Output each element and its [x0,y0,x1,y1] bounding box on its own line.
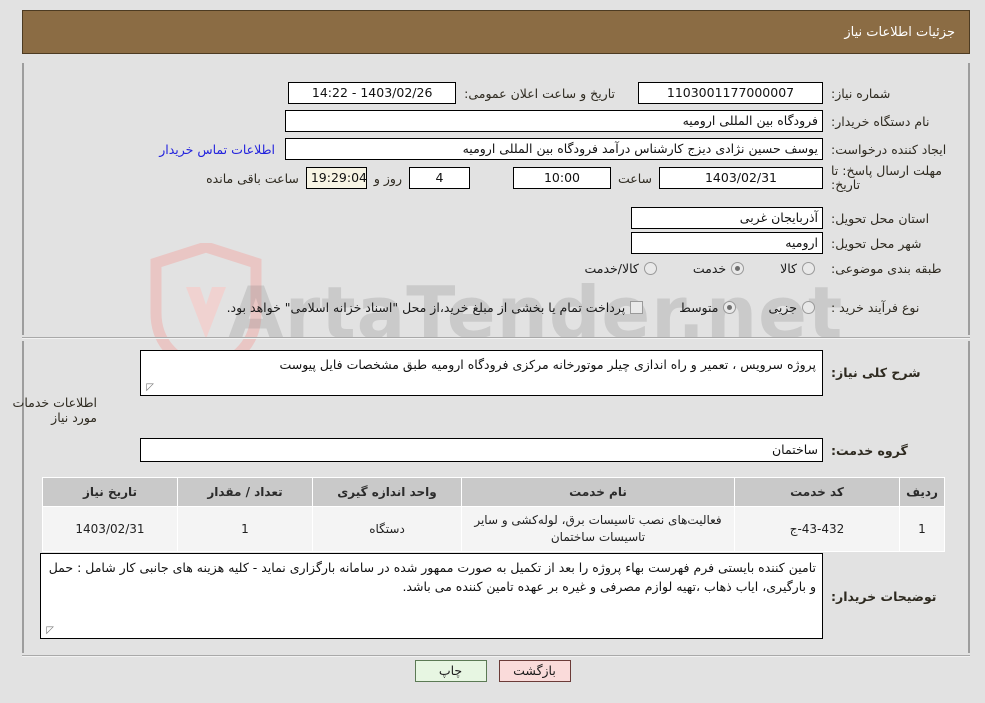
process-option-minor[interactable]: جزیی [768,300,815,315]
announce-date-label: تاریخ و ساعت اعلان عمومی: [464,85,615,101]
print-button[interactable]: چاپ [414,660,487,682]
th-index: ردیف [899,477,945,507]
services-table: ردیف کد خدمت نام خدمت واحد اندازه گیری ت… [42,477,945,552]
category-option-goods-label: کالا [780,261,797,276]
buyer-notes-label: توضیحات خریدار: [831,589,937,604]
city-label: شهر محل تحویل: [831,235,922,251]
th-quantity: تعداد / مقدار [177,477,313,507]
description-label: شرح کلی نیاز: [831,365,921,380]
description-value: پروژه سرویس ، تعمیر و راه اندازی چیلر مو… [279,357,816,372]
category-option-goods[interactable]: کالا [780,261,815,276]
remaining-days-label: روز و [373,170,402,186]
row-buyer-org: نام دستگاه خریدار: فرودگاه بین المللی ار… [285,110,963,132]
cell-need-date: 1403/02/31 [42,506,178,552]
row-deadline-label: مهلت ارسال پاسخ: تا تاریخ: [831,164,963,192]
page-header: جزئیات اطلاعات نیاز [22,10,970,54]
page-title: جزئیات اطلاعات نیاز [844,24,955,40]
buyer-notes-value: تامین کننده بایستی فرم فهرست بهاء پروژه … [48,560,816,594]
category-label: طبقه بندی موضوعی: [831,261,942,276]
process-label: نوع فرآیند خرید : [831,300,920,315]
page-root: جزئیات اطلاعات نیاز ArtaTender.net شماره… [0,0,985,703]
row-city: شهر محل تحویل: ارومیه [631,232,963,254]
services-table-wrap: ردیف کد خدمت نام خدمت واحد اندازه گیری ت… [42,477,945,552]
buyer-contact-link[interactable]: اطلاعات تماس خریدار [159,142,275,157]
table-header-row: ردیف کد خدمت نام خدمت واحد اندازه گیری ت… [42,477,945,507]
category-option-service-label: خدمت [692,261,727,276]
panel-divider-1 [22,337,970,339]
category-option-goods-service[interactable]: کالا/خدمت [584,261,657,276]
buyer-org-value: فرودگاه بین المللی ارومیه [285,110,823,132]
resize-grip-icon[interactable]: ◸ [144,383,154,393]
panel-divider-2 [22,655,970,657]
row-announce-date: تاریخ و ساعت اعلان عمومی: 14:22 - 1403/0… [288,82,615,104]
cell-service-name: فعالیت‌های نصب تاسیسات برق، لوله‌کشی و س… [461,506,735,552]
category-option-service[interactable]: خدمت [692,261,745,276]
cell-index: 1 [899,506,945,552]
province-value: آذربایجان غربی [631,207,823,229]
services-table-head: ردیف کد خدمت نام خدمت واحد اندازه گیری ت… [42,477,945,507]
province-label: استان محل تحویل: [831,210,930,226]
category-option-goods-service-label: کالا/خدمت [584,261,639,276]
creator-label: ایجاد کننده درخواست: [831,141,947,157]
row-province: استان محل تحویل: آذربایجان غربی [631,207,963,229]
need-number-label: شماره نیاز: [831,85,891,101]
process-option-medium-label: متوسط [679,300,719,315]
need-number-value: 1103001177000007 [638,82,823,104]
row-category: طبقه بندی موضوعی: کالا خدمت کالا/خدمت [584,261,963,276]
row-creator: ایجاد کننده درخواست: یوسف حسین نژادی دیز… [159,138,963,160]
process-option-medium[interactable]: متوسط [679,300,737,315]
description-field-wrap: پروژه سرویس ، تعمیر و راه اندازی چیلر مو… [140,350,823,396]
radio-icon-goods-service[interactable] [643,262,657,275]
deadline-date-value: 1403/02/31 [659,167,823,189]
row-deadline-values: 1403/02/31 ساعت 10:00 4 روز و 19:29:04 س… [206,167,823,189]
cell-service-code: ج-43-432 [734,506,900,552]
buyer-org-label: نام دستگاه خریدار: [831,113,930,129]
radio-icon-service[interactable] [731,262,745,275]
cell-unit: دستگاه [312,506,462,552]
remaining-time-value: 19:29:04 [305,167,367,189]
th-service-code: کد خدمت [734,477,900,507]
deadline-hour-label: ساعت [617,170,652,186]
remaining-suffix-label: ساعت باقی مانده [206,170,299,186]
th-need-date: تاریخ نیاز [42,477,178,507]
deadline-label: مهلت ارسال پاسخ: تا تاریخ: [831,163,942,192]
services-table-body: 1 ج-43-432 فعالیت‌های نصب تاسیسات برق، ل… [42,506,945,552]
row-process: نوع فرآیند خرید : جزیی متوسط پرداخت تمام… [227,300,963,315]
description-textarea[interactable]: پروژه سرویس ، تعمیر و راه اندازی چیلر مو… [140,350,823,396]
services-section-title: اطلاعات خدمات مورد نیاز [12,395,97,425]
radio-icon-medium[interactable] [723,301,737,314]
deadline-hour-value: 10:00 [512,167,611,189]
resize-grip-icon[interactable]: ◸ [44,626,54,636]
button-bar: بازگشت چاپ [0,660,985,682]
buyer-notes-field-wrap: تامین کننده بایستی فرم فهرست بهاء پروژه … [40,553,823,639]
announce-date-value: 14:22 - 1403/02/26 [288,82,457,104]
treasury-checkbox-label: پرداخت تمام یا بخشی از مبلغ خرید،از محل … [226,300,626,315]
checkbox-icon-treasury[interactable] [630,301,644,314]
service-group-label: گروه خدمت: [831,442,908,458]
treasury-checkbox-group[interactable]: پرداخت تمام یا بخشی از مبلغ خرید،از محل … [227,300,644,315]
cell-quantity: 1 [177,506,313,552]
row-service-group: گروه خدمت: ساختمان [140,438,963,462]
radio-icon-goods[interactable] [802,262,815,275]
service-group-value: ساختمان [140,438,823,462]
remaining-days-value: 4 [408,167,470,189]
creator-value: یوسف حسین نژادی دیزج کارشناس درآمد فرودگ… [285,138,823,160]
th-unit: واحد اندازه گیری [312,477,462,507]
process-option-minor-label: جزیی [768,300,797,315]
th-service-name: نام خدمت [461,477,735,507]
buyer-notes-textarea[interactable]: تامین کننده بایستی فرم فهرست بهاء پروژه … [40,553,823,639]
row-need-number: شماره نیاز: 1103001177000007 [638,82,963,104]
buyer-notes-label-wrap: توضیحات خریدار: [831,589,963,604]
table-row: 1 ج-43-432 فعالیت‌های نصب تاسیسات برق، ل… [42,506,945,552]
description-label-wrap: شرح کلی نیاز: [831,365,963,380]
back-button[interactable]: بازگشت [498,660,571,682]
radio-icon-minor[interactable] [802,301,815,314]
city-value: ارومیه [631,232,823,254]
